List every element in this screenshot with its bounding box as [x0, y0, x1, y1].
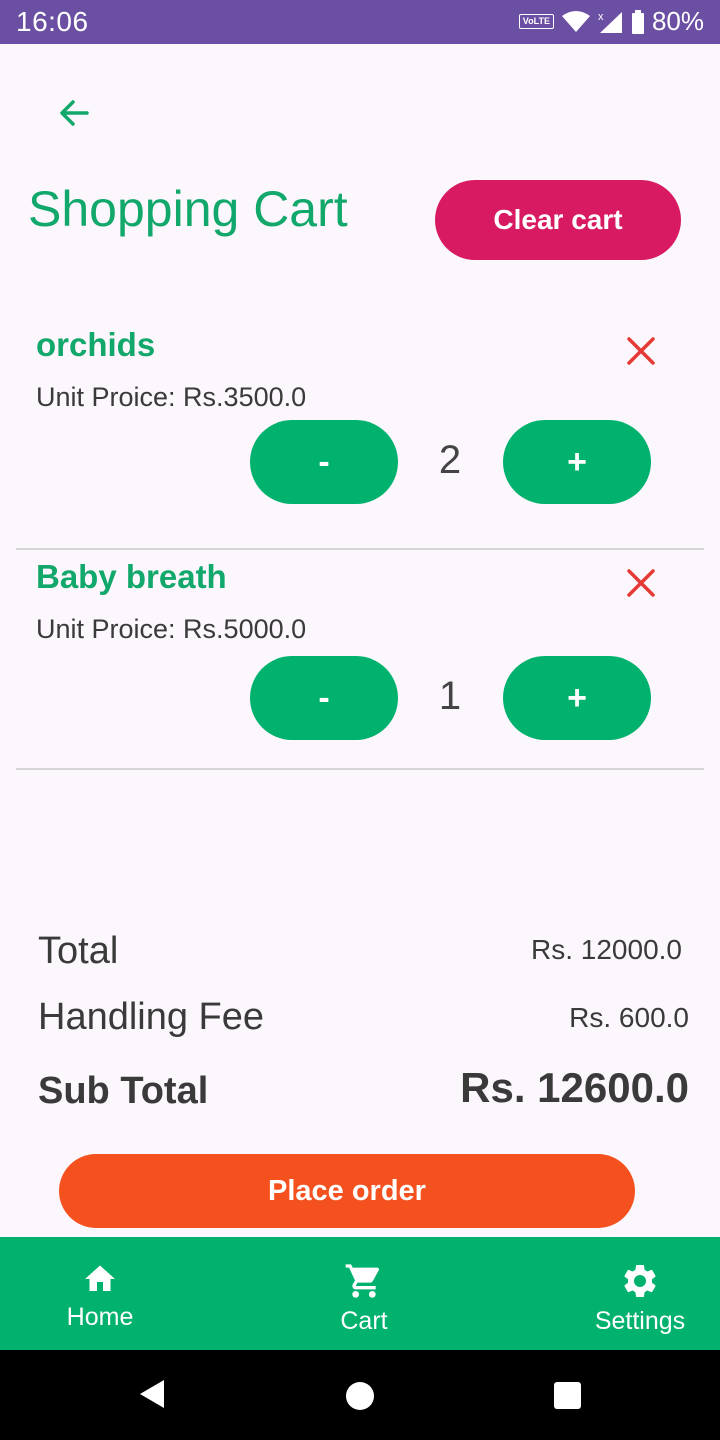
bottom-navigation: Home Cart Settings: [0, 1237, 720, 1350]
item-name: orchids: [36, 326, 156, 363]
clear-cart-button[interactable]: Clear cart: [435, 180, 681, 260]
cart-item: Baby breath Unit Proice: Rs.5000.0 - 1 +: [16, 520, 704, 770]
subtotal-label: Sub Total: [38, 1070, 209, 1112]
nav-label: Home: [66, 1303, 134, 1331]
nav-label: Cart: [340, 1307, 388, 1335]
nav-item-cart[interactable]: Cart: [284, 1237, 444, 1350]
item-name: Baby breath: [36, 558, 227, 595]
quantity-value: 2: [438, 438, 462, 482]
remove-item-icon[interactable]: [624, 566, 658, 600]
decrease-quantity-button[interactable]: -: [250, 420, 398, 504]
nav-item-home[interactable]: Home: [20, 1237, 180, 1350]
total-label: Total: [38, 930, 119, 972]
status-icons: VoLTE x 80%: [518, 6, 704, 37]
item-unit-price: Unit Proice: Rs.3500.0: [36, 382, 307, 412]
signal-icon: x: [598, 10, 624, 34]
total-value: Rs. 12000.0: [531, 934, 682, 965]
cart-icon: [345, 1264, 380, 1298]
nav-item-settings[interactable]: Settings: [560, 1237, 720, 1350]
wifi-icon: [561, 10, 590, 33]
increase-quantity-button[interactable]: +: [503, 656, 651, 740]
back-triangle-icon[interactable]: [138, 1378, 166, 1415]
status-bar: 16:06 VoLTE x 80%: [0, 0, 720, 44]
decrease-quantity-button[interactable]: -: [250, 656, 398, 740]
home-icon: [85, 1265, 115, 1291]
place-order-button[interactable]: Place order: [59, 1154, 635, 1228]
increase-quantity-button[interactable]: +: [503, 420, 651, 504]
svg-text:x: x: [598, 11, 604, 23]
home-circle-icon[interactable]: [345, 1381, 375, 1416]
page-title: Shopping Cart: [28, 181, 348, 237]
volte-badge: VoLTE: [518, 14, 554, 29]
quantity-value: 1: [438, 674, 462, 718]
nav-label: Settings: [594, 1307, 686, 1335]
handling-fee-value: Rs. 600.0: [569, 1002, 689, 1033]
gear-icon: [624, 1265, 656, 1297]
arrow-back-icon[interactable]: [54, 92, 96, 134]
item-unit-price: Unit Proice: Rs.5000.0: [36, 614, 307, 644]
recents-square-icon[interactable]: [553, 1381, 582, 1415]
remove-item-icon[interactable]: [624, 334, 658, 368]
status-time: 16:06: [16, 6, 89, 37]
handling-fee-label: Handling Fee: [38, 996, 265, 1038]
subtotal-value: Rs. 12600.0: [460, 1064, 689, 1111]
battery-percent: 80%: [651, 6, 704, 36]
cart-item: orchids Unit Proice: Rs.3500.0 - 2 +: [16, 300, 704, 550]
system-navigation-bar: [0, 1350, 720, 1440]
battery-icon: [631, 9, 644, 34]
